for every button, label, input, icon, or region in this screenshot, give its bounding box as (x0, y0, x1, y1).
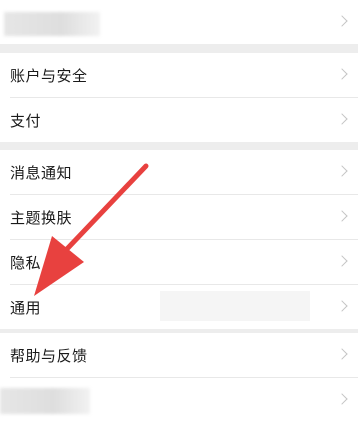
chevron-right-icon (336, 393, 348, 405)
top-group (0, 0, 358, 44)
chevron-right-icon (336, 348, 348, 360)
menu-item-label: 支付 (10, 111, 42, 130)
menu-item-label: 帮助与反馈 (10, 346, 88, 365)
menu-item-label: 隐私 (10, 253, 42, 272)
chevron-right-icon (336, 165, 348, 177)
chevron-right-icon (336, 15, 348, 27)
chevron-right-icon (336, 255, 348, 267)
preferences-group: 消息通知 主题换肤 隐私 通用 (0, 150, 358, 329)
blurred-content (0, 388, 90, 414)
watermark-patch (160, 291, 310, 321)
menu-item-general[interactable]: 通用 (0, 285, 358, 329)
menu-item-payment[interactable]: 支付 (0, 98, 358, 142)
support-group: 帮助与反馈 (0, 333, 358, 422)
chevron-right-icon (336, 210, 348, 222)
chevron-right-icon (336, 300, 348, 312)
settings-screen: 账户与安全 支付 消息通知 主题换肤 隐私 通用 帮助与反馈 (0, 0, 358, 422)
menu-item-label: 账户与安全 (10, 66, 88, 85)
menu-item-account-security[interactable]: 账户与安全 (0, 53, 358, 97)
blurred-content (4, 12, 100, 36)
blurred-top-row[interactable] (0, 0, 358, 44)
menu-item-label: 消息通知 (10, 163, 73, 182)
menu-item-label: 主题换肤 (10, 208, 73, 227)
menu-item-theme[interactable]: 主题换肤 (0, 195, 358, 239)
menu-item-notifications[interactable]: 消息通知 (0, 150, 358, 194)
menu-item-label: 通用 (10, 298, 42, 317)
menu-item-help-feedback[interactable]: 帮助与反馈 (0, 333, 358, 377)
chevron-right-icon (336, 68, 348, 80)
menu-item-privacy[interactable]: 隐私 (0, 240, 358, 284)
account-group: 账户与安全 支付 (0, 53, 358, 142)
blurred-bottom-row[interactable] (0, 378, 358, 422)
chevron-right-icon (336, 113, 348, 125)
